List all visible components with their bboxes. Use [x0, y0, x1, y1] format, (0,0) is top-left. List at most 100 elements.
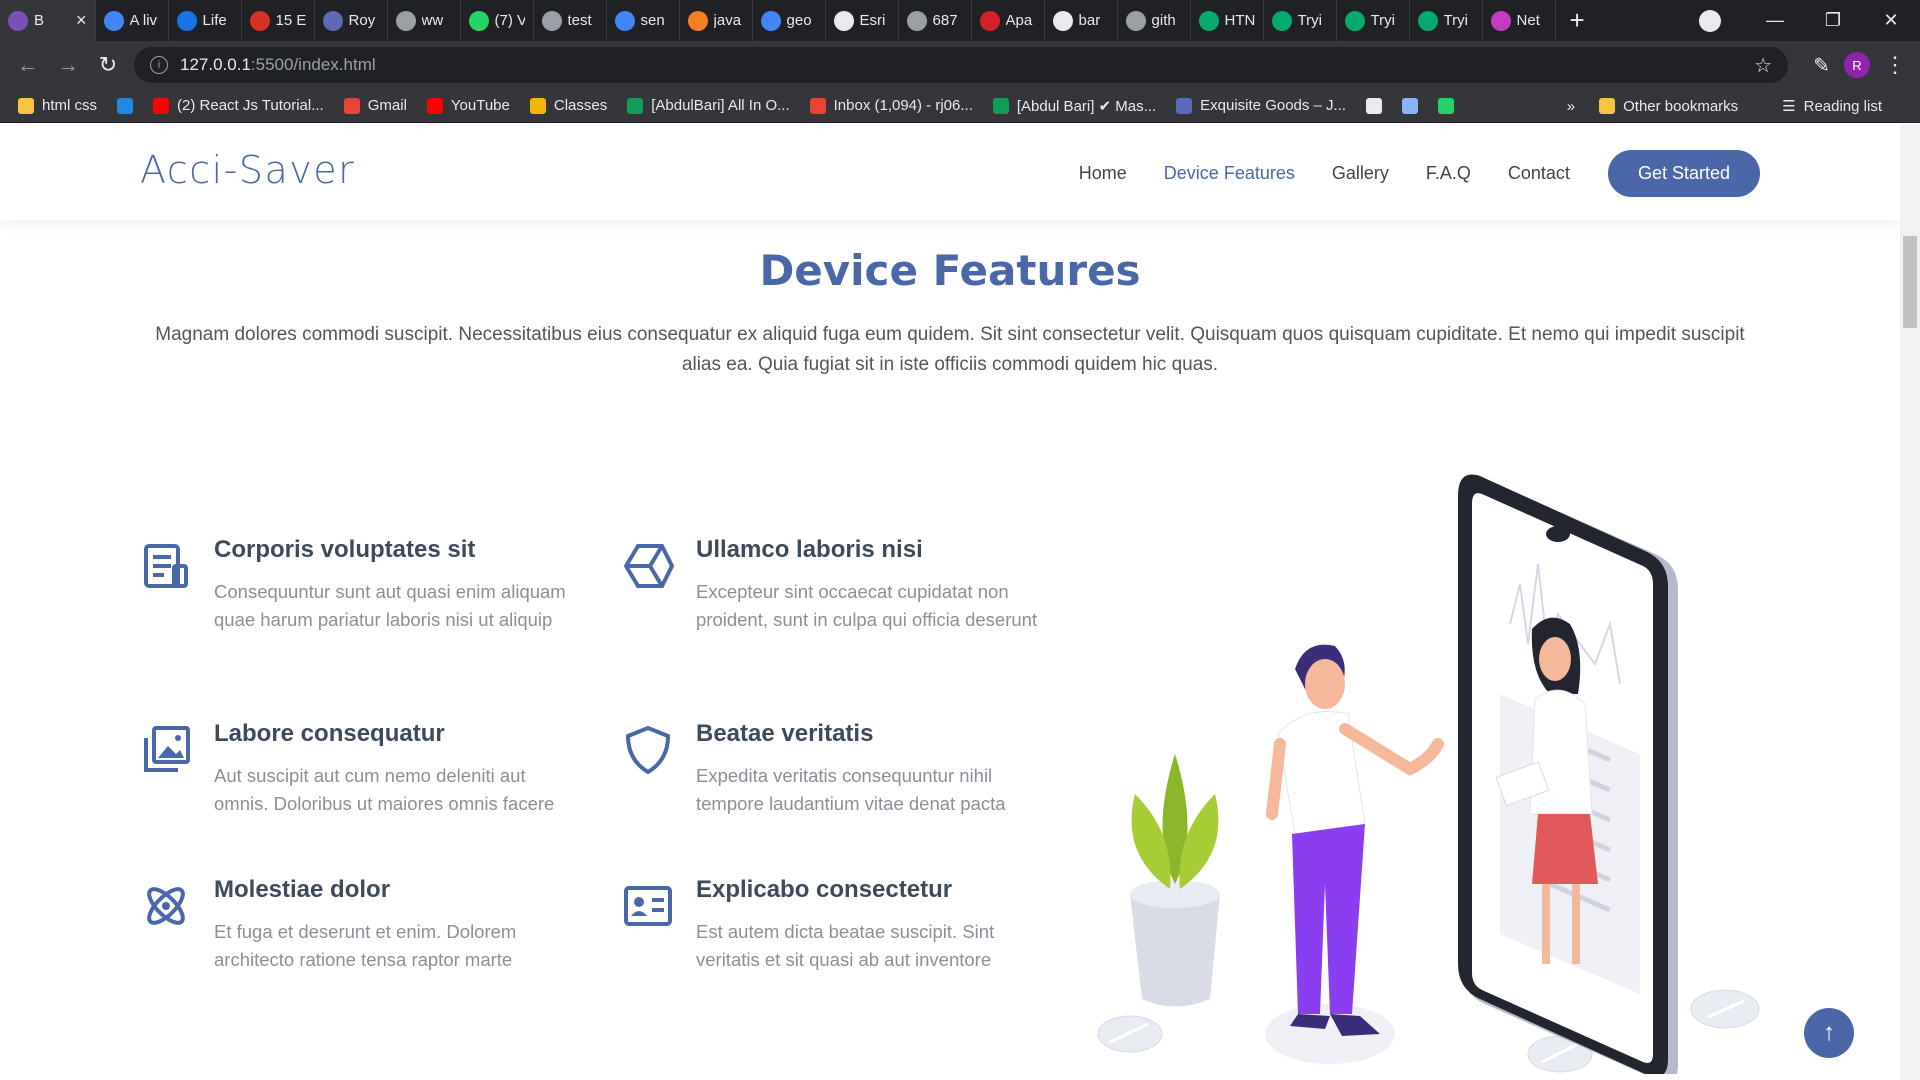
bookmark-label: Gmail: [367, 97, 407, 114]
browser-tab[interactable]: B ×: [0, 0, 96, 41]
bootstrap-icon: [8, 10, 28, 31]
w3-icon: [1344, 10, 1365, 31]
google-icon: [760, 10, 781, 31]
feature-description: Expedita veritatis consequuntur nihil te…: [696, 765, 1006, 814]
browser-tab[interactable]: A liv: [96, 0, 169, 41]
nav-link-f-a-q[interactable]: F.A.Q: [1426, 163, 1471, 184]
tab-search-button[interactable]: ▾: [1688, 0, 1746, 41]
bookmark-item[interactable]: [117, 97, 134, 114]
feature-title: Ullamco laboris nisi: [696, 536, 923, 563]
plant-illustration: [1130, 754, 1220, 1007]
feather-icon: [979, 10, 1000, 31]
tab-title: java: [713, 12, 742, 29]
more-bookmarks-button[interactable]: »: [1567, 98, 1575, 115]
nav-link-home[interactable]: Home: [1079, 163, 1127, 184]
bookmark-label: html css: [42, 97, 98, 114]
feature-description: Consequuntur sunt aut quasi enim aliquam…: [214, 581, 566, 630]
google-icon: [103, 10, 124, 31]
bookmark-item[interactable]: [Abdul Bari] ✔ Mas...: [992, 97, 1157, 115]
info-icon[interactable]: i: [150, 56, 168, 74]
browser-tab[interactable]: Tryi: [1264, 0, 1337, 41]
globe-icon: [395, 10, 416, 31]
bookmark-label: Inbox (1,094) - rj06...: [833, 97, 973, 114]
browser-tab[interactable]: Roy: [315, 0, 388, 41]
bookmark-favicon-icon: [992, 97, 1009, 114]
kebab-menu-icon[interactable]: ⋮: [1884, 52, 1906, 78]
browser-tab[interactable]: Net: [1483, 0, 1556, 41]
bookmark-item[interactable]: Classes: [529, 97, 607, 114]
site-logo[interactable]: Acci-Saver: [140, 148, 355, 192]
browser-tab[interactable]: sen: [607, 0, 680, 41]
car-icon: [249, 10, 270, 31]
browser-tab[interactable]: HTN: [1191, 0, 1264, 41]
back-button[interactable]: ←: [8, 45, 48, 85]
tab-title: geo: [786, 12, 812, 29]
bookmark-item[interactable]: html css: [18, 97, 97, 114]
address-bar[interactable]: i 127.0.0.1:5500/index.html ☆: [134, 47, 1788, 83]
browser-tab[interactable]: test: [534, 0, 607, 41]
document-list-icon: [144, 544, 188, 588]
bookmark-label: [Abdul Bari] ✔ Mas...: [1016, 97, 1157, 115]
globe-icon: [541, 10, 562, 31]
bookmark-item[interactable]: YouTube: [426, 97, 510, 114]
tab-title: Net: [1516, 12, 1540, 29]
back-to-top-button[interactable]: ↑: [1804, 1008, 1854, 1058]
nav-link-contact[interactable]: Contact: [1508, 163, 1570, 184]
scrollbar-thumb[interactable]: [1903, 236, 1917, 328]
browser-tab-strip: B × A liv Life 15 E Roy ww (7) Vtest sen java geo E…: [0, 0, 1920, 41]
browser-tab[interactable]: Esri: [826, 0, 899, 41]
feature-description: Est autem dicta beatae suscipit. Sint ve…: [696, 921, 995, 970]
extensions-puzzle-icon[interactable]: ✎: [1813, 53, 1830, 78]
browser-tab[interactable]: Tryi: [1337, 0, 1410, 41]
browser-tab[interactable]: 15 E: [242, 0, 315, 41]
browser-tab[interactable]: Life: [169, 0, 242, 41]
tab-title: 687: [932, 12, 958, 29]
restore-button[interactable]: ❐: [1804, 0, 1862, 41]
bookmark-item[interactable]: [1366, 97, 1383, 114]
bookmark-item[interactable]: Exquisite Goods – J...: [1176, 97, 1346, 114]
bookmark-item[interactable]: Inbox (1,094) - rj06...: [809, 97, 973, 114]
reading-list-label: Reading list: [1803, 97, 1882, 115]
tab-title: bar: [1078, 12, 1101, 29]
tab-title: 15 E: [275, 12, 306, 29]
browser-tab[interactable]: Apa: [972, 0, 1045, 41]
reading-list-button[interactable]: ☰ Reading list: [1782, 97, 1882, 116]
bookmark-item[interactable]: (2) React Js Tutorial...: [153, 97, 324, 114]
bookmark-favicon-icon: [343, 97, 360, 114]
reload-button[interactable]: ↻: [88, 45, 128, 85]
browser-tab[interactable]: (7) V: [461, 0, 534, 41]
nav-link-gallery[interactable]: Gallery: [1332, 163, 1389, 184]
browser-tab[interactable]: gith: [1118, 0, 1191, 41]
nav-link-device-features[interactable]: Device Features: [1164, 163, 1295, 184]
browser-tab[interactable]: ww: [388, 0, 461, 41]
bookmark-favicon-icon: [529, 97, 546, 114]
browser-tab[interactable]: Tryi: [1410, 0, 1483, 41]
bookmark-label: YouTube: [450, 97, 510, 114]
close-window-button[interactable]: ✕: [1862, 0, 1920, 41]
profile-avatar[interactable]: R: [1844, 52, 1870, 78]
page-scrollbar[interactable]: [1900, 124, 1920, 1080]
browser-tab[interactable]: java: [680, 0, 753, 41]
bookmark-item[interactable]: [1402, 97, 1419, 114]
stackoverflow-icon: [687, 10, 708, 31]
forward-button[interactable]: →: [48, 45, 88, 85]
bookmark-star-icon[interactable]: ☆: [1754, 53, 1772, 78]
bookmark-item[interactable]: [1438, 97, 1455, 114]
minimize-button[interactable]: —: [1746, 0, 1804, 41]
browser-tab[interactable]: geo: [753, 0, 826, 41]
get-started-button[interactable]: Get Started: [1607, 150, 1760, 197]
other-bookmarks-folder[interactable]: Other bookmarks: [1599, 98, 1738, 115]
close-tab-icon[interactable]: ×: [76, 10, 87, 31]
bookmark-favicon-icon: [18, 97, 34, 114]
bookmark-item[interactable]: [AbdulBari] All In O...: [627, 97, 790, 114]
section-title: Device Features: [759, 246, 1141, 295]
google-icon: [614, 10, 635, 31]
site-header: Acci-Saver Home Device Features Gallery F.A…: [0, 124, 1900, 220]
bookmark-item[interactable]: Gmail: [343, 97, 407, 114]
images-icon: [144, 726, 190, 772]
doctor-consultation-illustration: [1097, 474, 1760, 1074]
browser-tab[interactable]: bar: [1045, 0, 1118, 41]
feature-item: Beatae veritatis Expedita veritatis conse…: [622, 720, 1062, 818]
new-tab-button[interactable]: +: [1556, 5, 1599, 36]
browser-tab[interactable]: 687: [899, 0, 972, 41]
